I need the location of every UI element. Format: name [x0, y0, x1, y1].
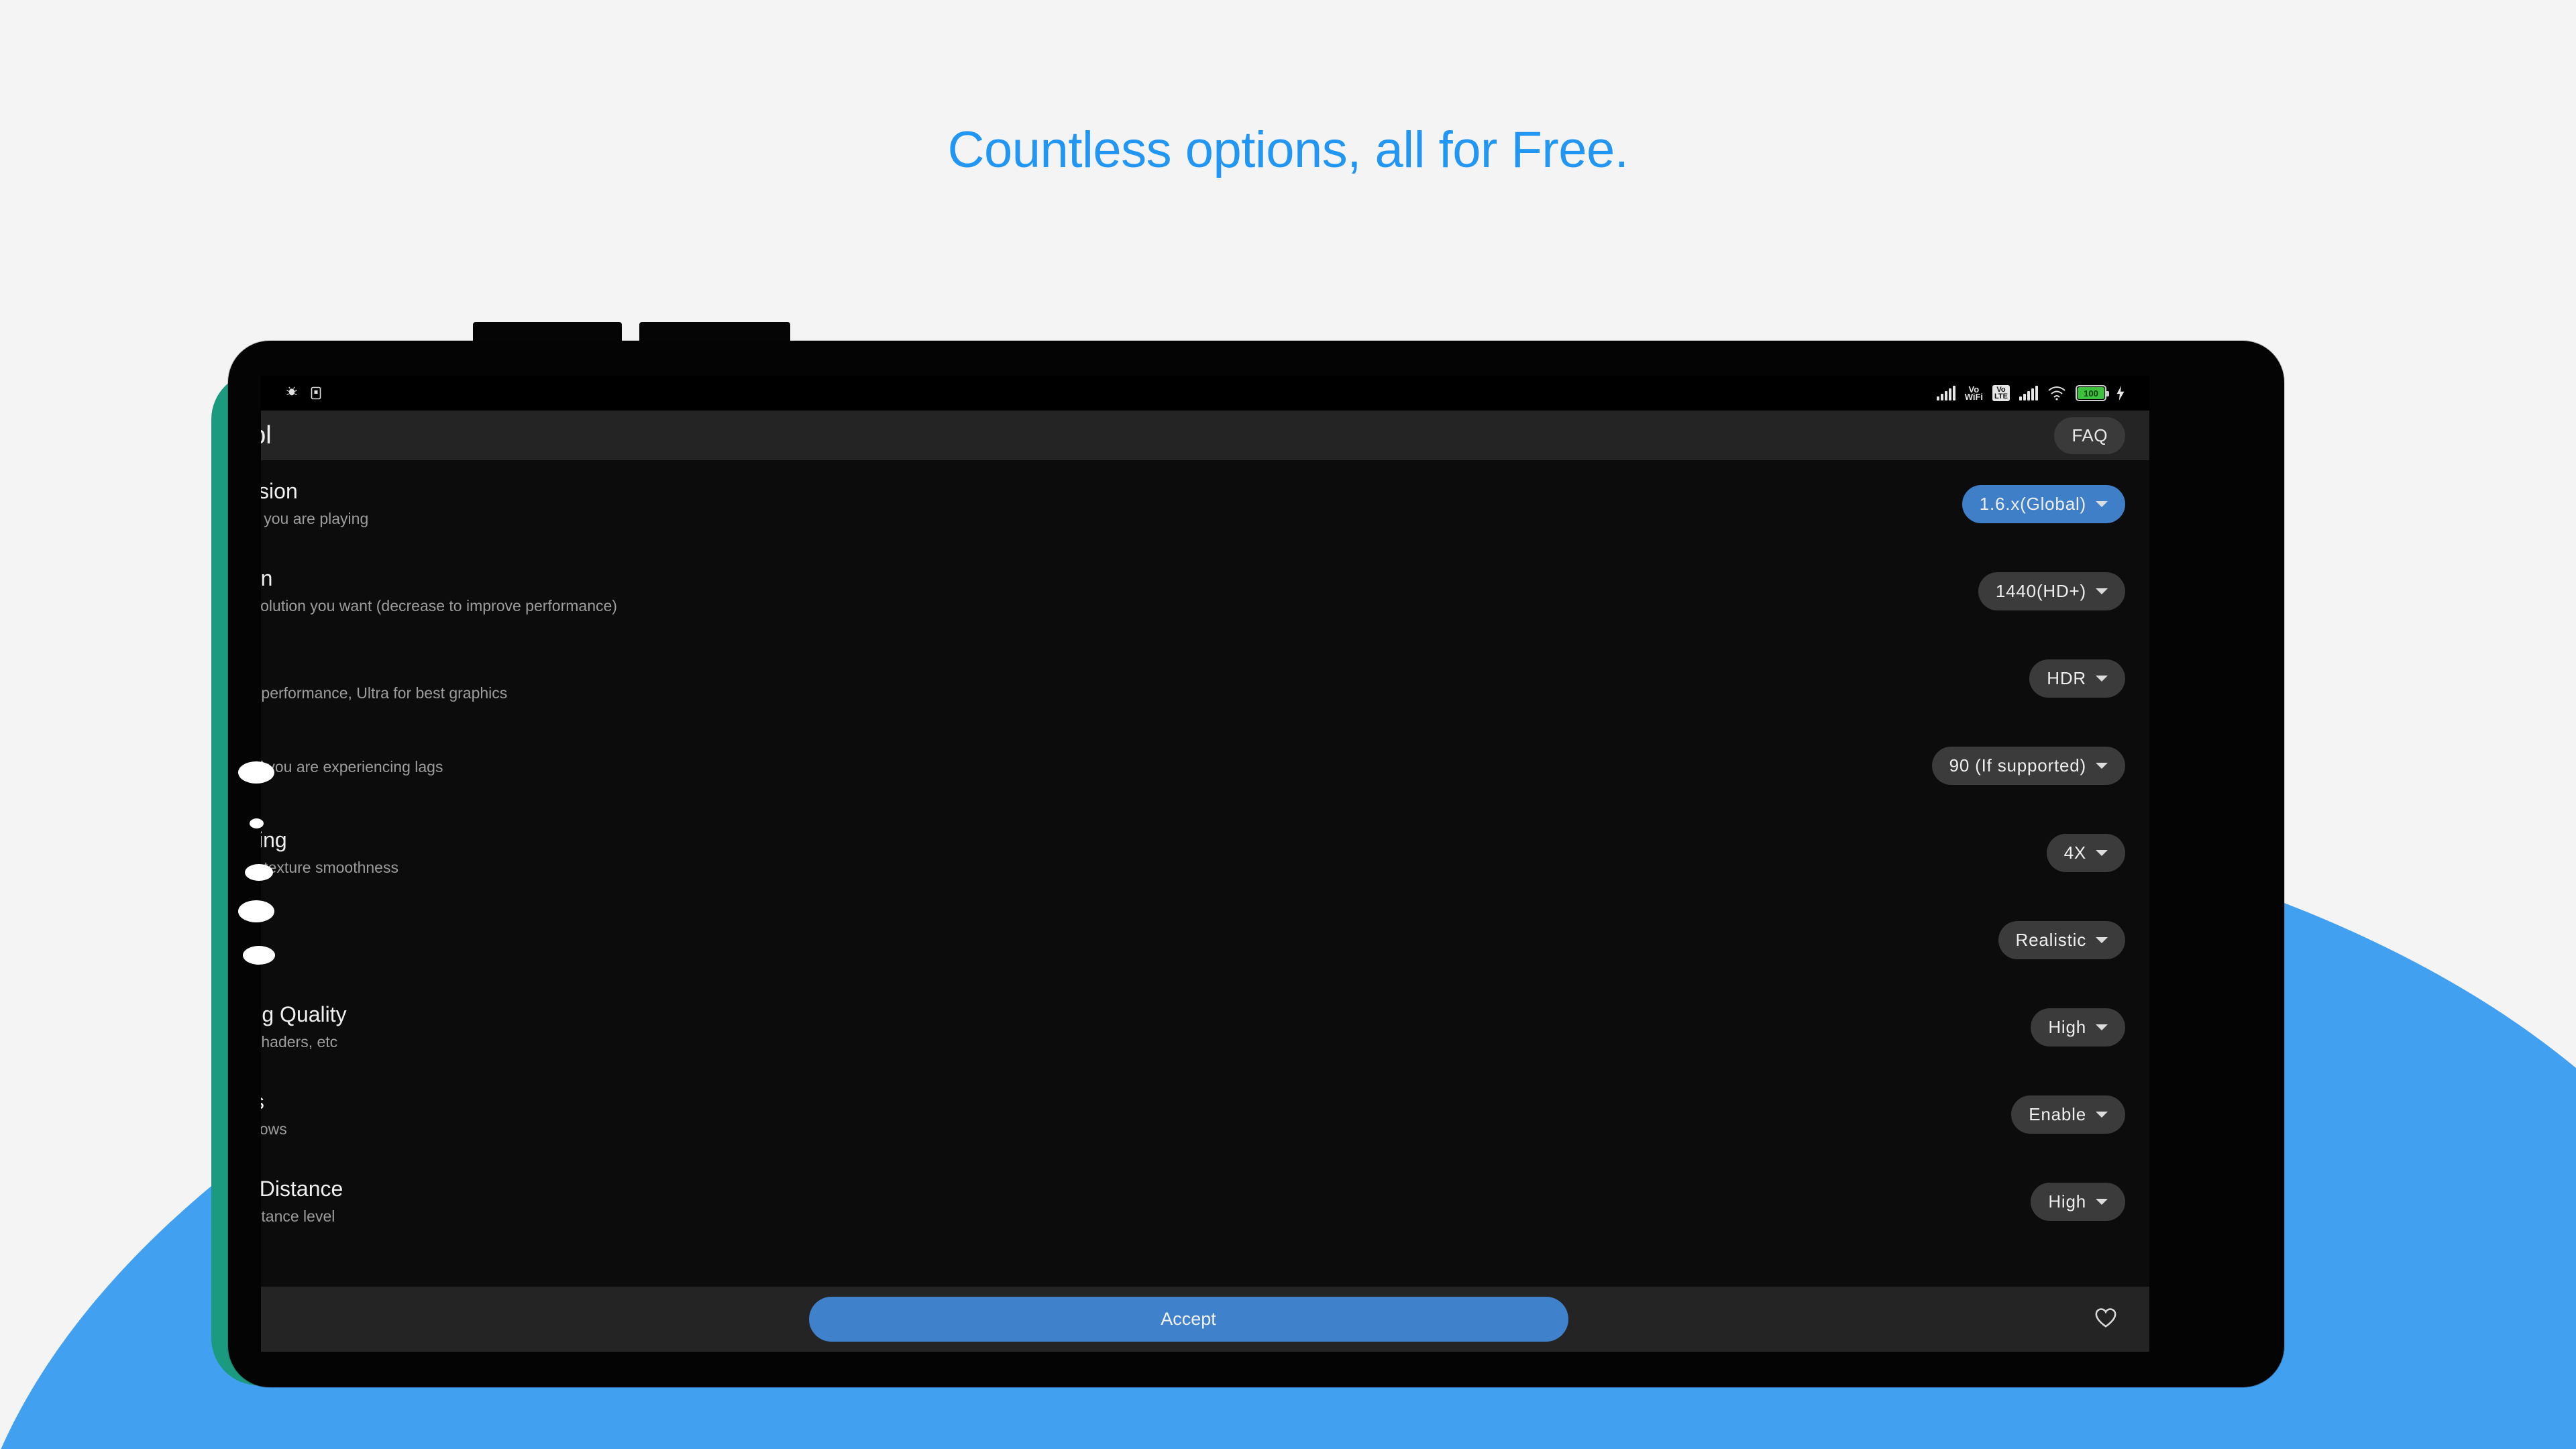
decorative-dot	[250, 818, 264, 828]
row-title: ows	[261, 1088, 287, 1115]
settings-list[interactable]: Version rsion you are playing 1.6.x(Glob…	[261, 460, 2149, 1287]
dropdown-value: 90 (If supported)	[1949, 755, 2086, 775]
faq-button[interactable]: FAQ	[2054, 417, 2125, 454]
accept-button[interactable]: Accept	[808, 1297, 1568, 1342]
vowifi-line-2: WiFi	[1964, 392, 1984, 402]
row-text: ering Quality ws, shaders, etc	[261, 1001, 347, 1053]
decorative-dot	[238, 900, 274, 922]
dropdown-value: 1.6.x(Global)	[1979, 493, 2086, 514]
charging-bolt-icon	[2116, 386, 2125, 400]
settings-row-shadows[interactable]: ows shadows Enable	[261, 1071, 2149, 1158]
dropdown-value: Enable	[2029, 1104, 2086, 1124]
row-subtitle: e resolution you want (decrease to impro…	[261, 597, 617, 615]
app-bar: Tool FAQ	[261, 411, 2149, 460]
dropdown-graphics[interactable]: HDR	[2029, 659, 2125, 698]
row-text: Version rsion you are playing	[261, 478, 368, 529]
page-headline: Countless options, all for Free.	[947, 121, 1629, 178]
row-text: ution e resolution you want (decrease to…	[261, 565, 617, 616]
decorative-dot	[238, 761, 274, 784]
settings-row-rendering-quality[interactable]: ering Quality ws, shaders, etc High	[261, 983, 2149, 1071]
status-bar: Vo WiFi Vo LTE 100	[261, 376, 2149, 411]
dropdown-resolution[interactable]: 1440(HD+)	[1978, 572, 2125, 610]
bottom-bar: Accept	[261, 1287, 2149, 1352]
row-subtitle: ase if you are experiencing lags	[261, 758, 443, 776]
chevron-down-icon	[2096, 1024, 2108, 1030]
device-screen: Vo WiFi Vo LTE 100 l FAQ sion you are pl…	[261, 376, 2149, 1352]
chevron-down-icon	[2096, 500, 2108, 507]
row-subtitle: w distance level	[261, 1208, 335, 1226]
signal-bars-icon	[1936, 386, 1955, 400]
row-title: liasing	[261, 828, 287, 853]
row-title: Version	[261, 479, 298, 504]
sim-card-icon	[311, 386, 321, 400]
dropdown-styles[interactable]: Realistic	[1998, 920, 2125, 959]
battery-percent: 100	[2084, 388, 2098, 398]
chevron-down-icon	[2096, 588, 2108, 594]
settings-row-fps[interactable]: ase if you are experiencing lags 90 (If …	[261, 722, 2149, 809]
dropdown-value: HDR	[2047, 667, 2086, 688]
volte-line-2: LTE	[1994, 392, 2008, 400]
row-subtitle: rsion you are playing	[261, 510, 369, 528]
wifi-icon	[2047, 386, 2066, 400]
row-subtitle: s the texture smoothness	[261, 859, 398, 877]
volte-icon: Vo LTE	[1992, 385, 2010, 401]
status-bar-right: Vo WiFi Vo LTE 100	[1936, 385, 2125, 402]
app-title: Tool	[261, 421, 272, 449]
dropdown-fps[interactable]: 90 (If supported)	[1931, 746, 2125, 785]
settings-row-shadow-distance[interactable]: ow Distance w distance level High	[261, 1158, 2149, 1245]
bug-icon	[285, 386, 299, 400]
row-subtitle: shadows	[261, 1120, 287, 1138]
row-text: ase if you are experiencing lags	[261, 753, 443, 777]
settings-row-styles[interactable]: s ilter Realistic	[261, 896, 2149, 983]
chevron-down-icon	[2096, 849, 2108, 856]
chevron-down-icon	[2096, 762, 2108, 769]
settings-row-version[interactable]: Version rsion you are playing 1.6.x(Glob…	[261, 460, 2149, 547]
decorative-dot	[243, 946, 275, 965]
row-text: ics h for performance, Ultra for best gr…	[261, 652, 507, 704]
chevron-down-icon	[2096, 1111, 2108, 1118]
row-title: ics	[261, 652, 507, 679]
dropdown-value: 1440(HD+)	[1995, 580, 2086, 601]
chevron-down-icon	[2096, 675, 2108, 682]
chevron-down-icon	[2096, 1198, 2108, 1205]
signal-bars-icon	[2019, 386, 2038, 400]
dropdown-value: High	[2048, 1016, 2086, 1037]
settings-row-resolution[interactable]: ution e resolution you want (decrease to…	[261, 547, 2149, 635]
chevron-down-icon	[2096, 936, 2108, 943]
row-title: ution	[261, 566, 273, 591]
dropdown-value: Realistic	[2015, 929, 2086, 950]
dropdown-value: 4X	[2063, 842, 2086, 863]
row-title: ow Distance	[261, 1177, 343, 1201]
decorative-dot	[245, 864, 273, 881]
settings-row-antialiasing[interactable]: liasing s the texture smoothness 4X	[261, 809, 2149, 896]
row-title: ering Quality	[261, 1002, 347, 1027]
row-subtitle: h for performance, Ultra for best graphi…	[261, 684, 508, 702]
dropdown-shadows[interactable]: Enable	[2011, 1095, 2125, 1134]
page-root: Countless options, all for Free. Vo WiFi…	[0, 0, 2576, 1449]
row-subtitle: ws, shaders, etc	[261, 1033, 338, 1051]
battery-icon: 100	[2076, 385, 2109, 401]
status-bar-left	[285, 386, 321, 400]
dropdown-antialiasing[interactable]: 4X	[2046, 833, 2125, 872]
heart-icon[interactable]	[2094, 1307, 2117, 1332]
vowifi-icon: Vo WiFi	[1964, 385, 1984, 402]
row-text: ows shadows	[261, 1088, 287, 1140]
dropdown-rendering-quality[interactable]: High	[2031, 1008, 2125, 1046]
dropdown-version[interactable]: 1.6.x(Global)	[1962, 484, 2125, 523]
dropdown-shadow-distance[interactable]: High	[2031, 1182, 2125, 1221]
dropdown-value: High	[2048, 1191, 2086, 1212]
row-text: liasing s the texture smoothness	[261, 826, 398, 878]
row-text: ow Distance w distance level	[261, 1175, 343, 1227]
settings-row-graphics[interactable]: ics h for performance, Ultra for best gr…	[261, 635, 2149, 722]
